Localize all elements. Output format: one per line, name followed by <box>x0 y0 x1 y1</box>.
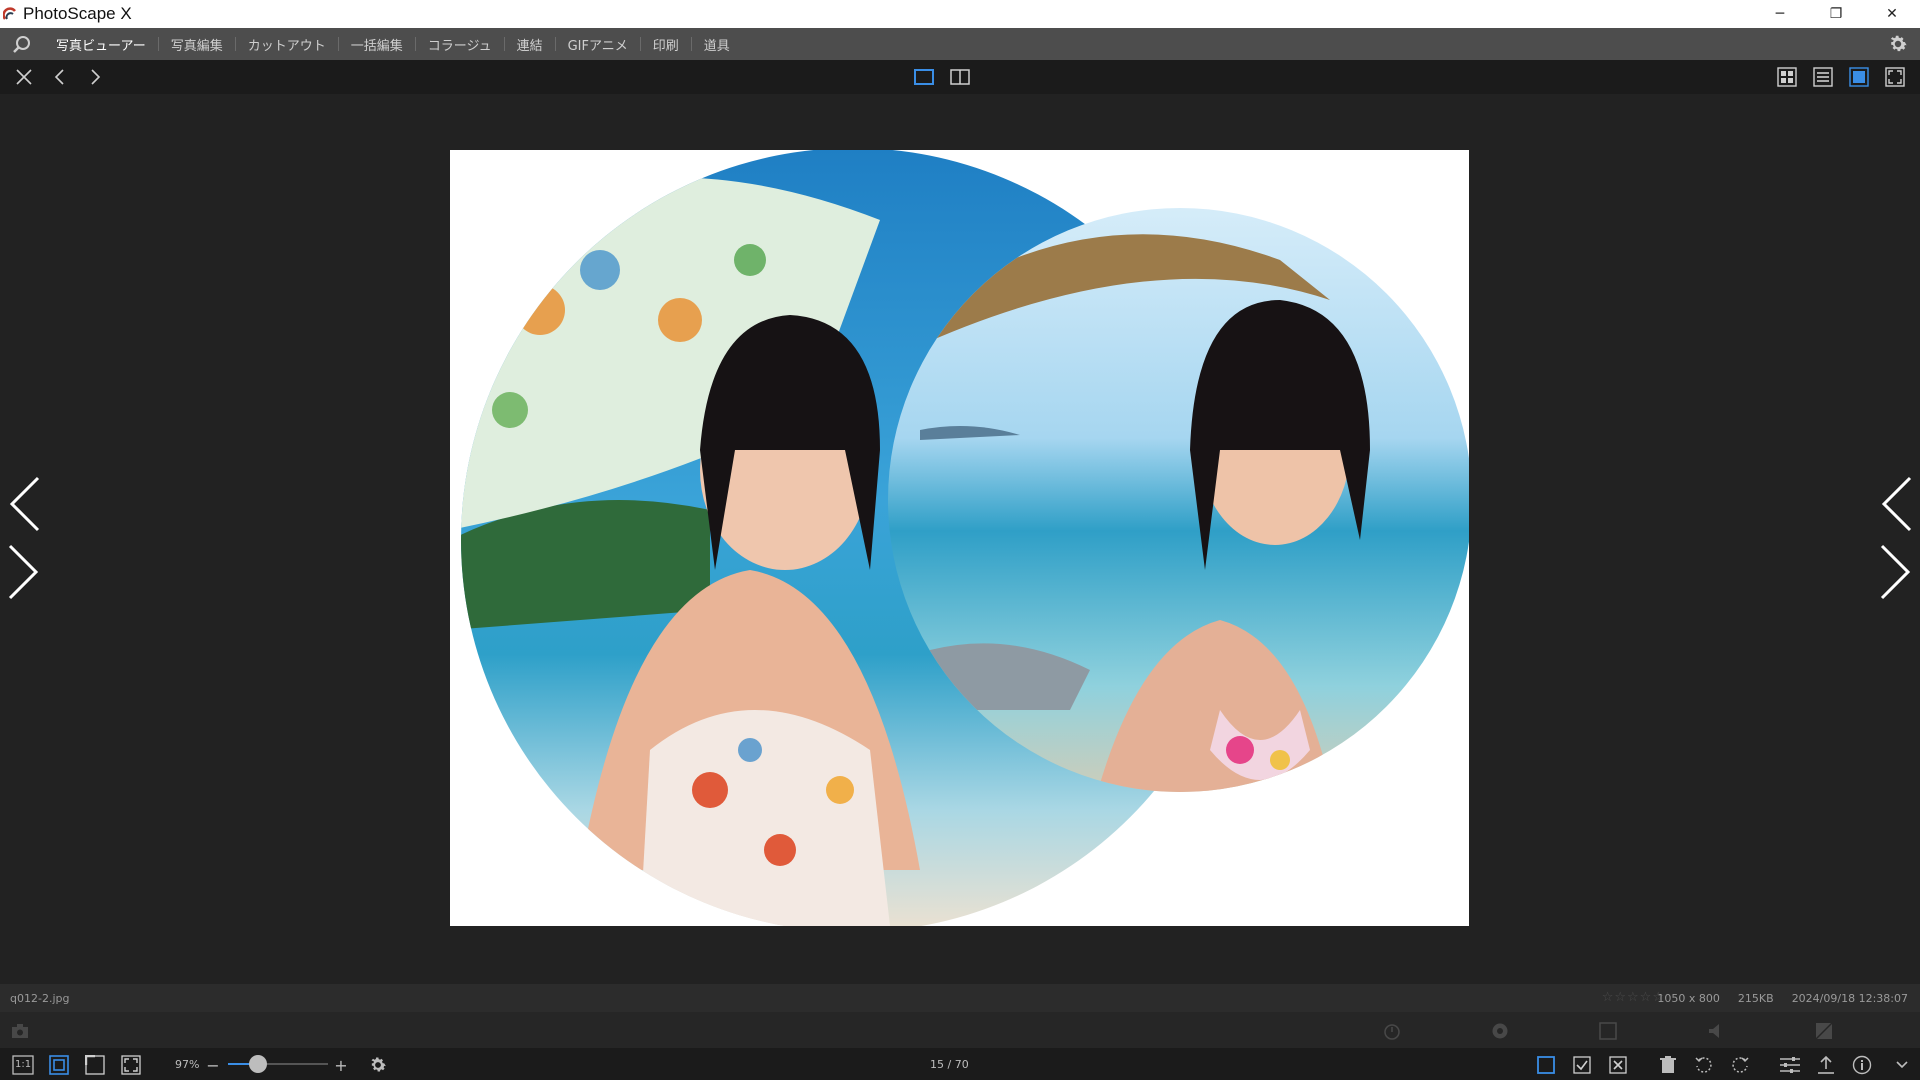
file-datetime: 2024/09/18 12:38:07 <box>1791 992 1908 1005</box>
menu-cutout[interactable]: カットアウト <box>236 28 338 60</box>
actual-size-button[interactable]: 1:1 <box>11 1053 35 1077</box>
chevron-right-icon[interactable] <box>83 65 107 89</box>
list-view-icon[interactable] <box>1811 65 1835 89</box>
search-icon[interactable] <box>10 32 34 56</box>
menu-collage[interactable]: コラージュ <box>416 28 504 60</box>
minimize-button[interactable]: ─ <box>1752 0 1808 28</box>
menu-photo-viewer[interactable]: 写真ビューアー <box>44 28 158 60</box>
menu-combine[interactable]: 連結 <box>505 28 555 60</box>
displayed-photo <box>450 150 1469 926</box>
menu-batch-edit[interactable]: 一括編集 <box>339 28 415 60</box>
aperture-icon <box>1490 1021 1510 1041</box>
camera-icon <box>10 1021 30 1041</box>
rating-stars[interactable]: ☆☆☆☆☆ <box>1602 990 1665 1005</box>
file-name: q012-2.jpg <box>10 992 70 1005</box>
reject-icon[interactable] <box>1606 1053 1630 1077</box>
flash-icon <box>1706 1021 1726 1041</box>
previous-image-arrow-right-side-icon[interactable] <box>1876 474 1916 534</box>
next-image-arrow-icon[interactable] <box>4 542 44 602</box>
adjust-sliders-icon[interactable] <box>1778 1053 1802 1077</box>
app-logo-icon <box>3 7 17 21</box>
dual-view-icon[interactable] <box>948 65 972 89</box>
settings-gear-icon[interactable] <box>1886 32 1910 56</box>
shutter-speed-icon <box>1382 1021 1402 1041</box>
rotate-left-icon[interactable] <box>1692 1053 1716 1077</box>
file-info-bar: q012-2.jpg ☆☆☆☆☆ 1050 x 800 215KB 2024/0… <box>0 984 1920 1012</box>
page-counter: 15 / 70 <box>930 1058 969 1071</box>
previous-image-arrow-icon[interactable] <box>4 474 44 534</box>
title-bar: PhotoScape X ─ ❐ ✕ <box>0 0 1920 28</box>
viewer-toolbar <box>0 60 1920 94</box>
exposure-icon <box>1814 1021 1834 1041</box>
chevron-down-icon[interactable] <box>1890 1053 1914 1077</box>
menu-tools[interactable]: 道具 <box>692 28 742 60</box>
image-dimensions: 1050 x 800 <box>1657 992 1720 1005</box>
window-title: PhotoScape X <box>23 4 132 23</box>
check-mark-icon[interactable] <box>1570 1053 1594 1077</box>
menu-print[interactable]: 印刷 <box>641 28 691 60</box>
fullscreen-icon[interactable] <box>1883 65 1907 89</box>
viewer-settings-gear-icon[interactable] <box>366 1053 390 1077</box>
close-window-button[interactable]: ✕ <box>1864 0 1920 28</box>
rotate-right-icon[interactable] <box>1728 1053 1752 1077</box>
zoom-slider-thumb[interactable] <box>249 1055 267 1073</box>
actual-size-label: 1:1 <box>15 1059 32 1070</box>
bottom-toolbar: 1:1 97% − + 15 / 70 <box>0 1048 1920 1080</box>
zoom-in-button[interactable]: + <box>334 1053 348 1077</box>
image-viewer-area[interactable] <box>0 94 1920 984</box>
info-icon[interactable] <box>1850 1053 1874 1077</box>
share-upload-icon[interactable] <box>1814 1053 1838 1077</box>
fit-width-icon[interactable] <box>83 1053 107 1077</box>
fit-to-window-icon[interactable] <box>47 1053 71 1077</box>
single-view-icon[interactable] <box>912 65 936 89</box>
zoom-slider[interactable] <box>228 1055 328 1073</box>
chevron-left-icon[interactable] <box>48 65 72 89</box>
fill-window-icon[interactable] <box>119 1053 143 1077</box>
zoom-level-label: 97% <box>175 1058 200 1071</box>
exif-info-bar <box>0 1012 1920 1048</box>
restore-button[interactable]: ❐ <box>1808 0 1864 28</box>
file-size: 215KB <box>1737 992 1774 1005</box>
zoom-out-button[interactable]: − <box>206 1053 220 1077</box>
grid-view-icon[interactable] <box>1775 65 1799 89</box>
select-frame-icon[interactable] <box>1534 1053 1558 1077</box>
main-menu-bar: 写真ビューアー 写真編集 カットアウト 一括編集 コラージュ 連結 GIFアニメ… <box>0 28 1920 60</box>
close-icon[interactable] <box>12 65 36 89</box>
menu-photo-editor[interactable]: 写真編集 <box>159 28 235 60</box>
next-image-arrow-right-side-icon[interactable] <box>1876 542 1916 602</box>
iso-icon <box>1598 1021 1618 1041</box>
menu-gif-animation[interactable]: GIFアニメ <box>556 28 640 60</box>
viewer-mode-icon[interactable] <box>1847 65 1871 89</box>
trash-icon[interactable] <box>1656 1053 1680 1077</box>
